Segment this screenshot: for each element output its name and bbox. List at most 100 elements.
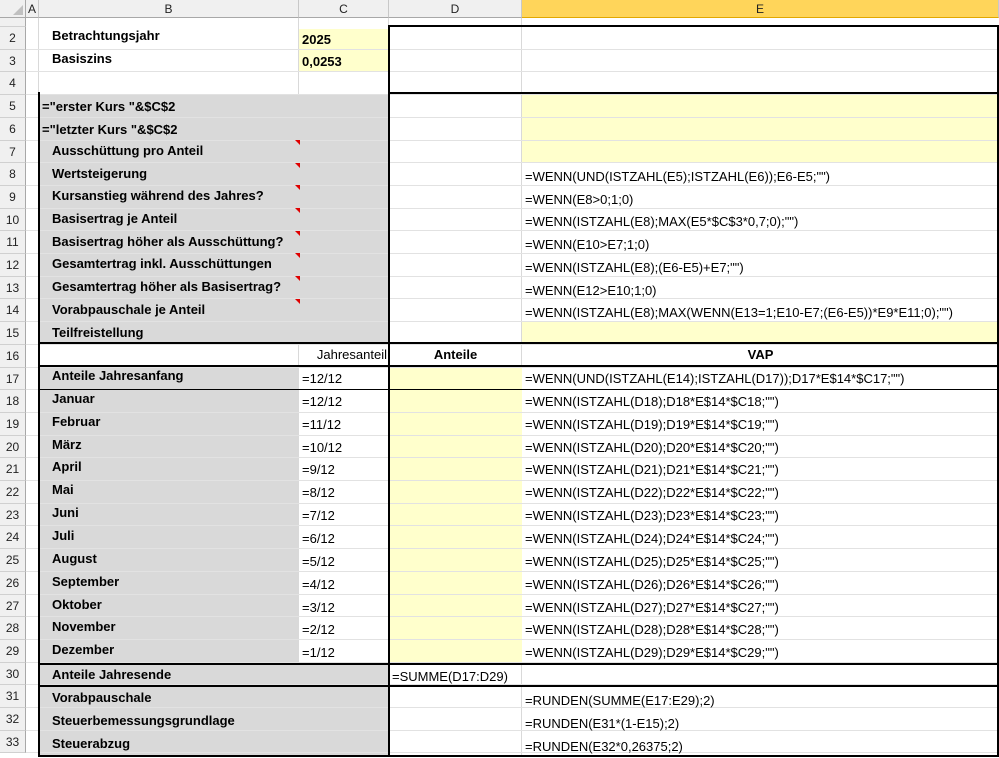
month-vap-formula[interactable]: =WENN(ISTZAHL(D22);D22*E$14*$C22;"") [525,482,779,504]
formula-e8[interactable]: =WENN(UND(ISTZAHL(E5);ISTZAHL(E6));E6-E5… [525,166,830,188]
month-label: Mai [52,482,74,497]
comment-indicator[interactable] [295,276,300,281]
row-header-32[interactable]: 32 [0,708,26,731]
month-vap-formula[interactable]: =WENN(ISTZAHL(D28);D28*E$14*$C28;"") [525,619,779,641]
row-header-23[interactable]: 23 [0,504,26,526]
formula-e14[interactable]: =WENN(ISTZAHL(E8);MAX(WENN(E13=1;E10-E7;… [525,302,953,324]
row-header-8[interactable]: 8 [0,163,26,186]
column-header-a[interactable]: A [26,0,39,18]
row-header-27[interactable]: 27 [0,595,26,617]
formula-e13[interactable]: =WENN(E12>E10;1;0) [525,280,657,302]
row-header-18[interactable]: 18 [0,390,26,413]
month-share[interactable]: =8/12 [302,482,335,504]
month-vap-formula[interactable]: =WENN(ISTZAHL(D23);D23*E$14*$C23;"") [525,505,779,527]
row-header-22[interactable]: 22 [0,481,26,504]
select-all-corner[interactable] [0,0,26,18]
row-header-14[interactable]: 14 [0,299,26,322]
value-betrachtungsjahr[interactable]: 2025 [302,29,331,51]
label-wertsteigerung: Wertsteigerung [52,166,148,181]
row-header-19[interactable]: 19 [0,413,26,436]
formula-e12[interactable]: =WENN(ISTZAHL(E8);(E6-E5)+E7;"") [525,257,744,279]
label-betrachtungsjahr: Betrachtungsjahr [52,28,160,43]
month-vap-formula[interactable]: =WENN(ISTZAHL(D24);D24*E$14*$C24;"") [525,528,779,550]
column-header-c[interactable]: C [299,0,389,18]
row-header-16[interactable]: 16 [0,345,26,368]
month-vap-formula[interactable]: =WENN(ISTZAHL(D20);D20*E$14*$C20;"") [525,437,779,459]
gridline [26,594,999,595]
row-header-33[interactable]: 33 [0,731,26,753]
value-basiszins[interactable]: 0,0253 [302,51,342,73]
column-header-b[interactable]: B [39,0,299,18]
month-label: August [52,551,97,566]
month-vap-formula[interactable]: =WENN(ISTZAHL(D27);D27*E$14*$C27;"") [525,597,779,619]
row-header-5[interactable]: 5 [0,95,26,118]
gridline [26,752,999,753]
comment-indicator[interactable] [295,185,300,190]
month-share[interactable]: =10/12 [302,437,342,459]
column-header-e[interactable]: E [522,0,999,18]
month-share[interactable]: =7/12 [302,505,335,527]
month-share[interactable]: =9/12 [302,459,335,481]
row-header-2[interactable]: 2 [0,27,26,50]
row-header-13[interactable]: 13 [0,277,26,299]
input-cells-e5-e7[interactable] [522,94,999,162]
formula-d30[interactable]: =SUMME(D17:D29) [392,666,508,688]
row-header-1[interactable] [0,18,26,27]
row-header-4[interactable]: 4 [0,72,26,95]
month-share[interactable]: =5/12 [302,551,335,573]
month-share[interactable]: =11/12 [302,414,341,436]
formula-e31[interactable]: =RUNDEN(SUMME(E17:E29);2) [525,690,715,712]
comment-indicator[interactable] [295,163,300,168]
month-share[interactable]: =2/12 [302,619,335,641]
label-basisertrag-hoeher: Basisertrag höher als Ausschüttung? [52,234,284,249]
row-header-31[interactable]: 31 [0,685,26,708]
label-kursanstieg: Kursanstieg während des Jahres? [52,188,264,203]
comment-indicator[interactable] [295,299,300,304]
row-header-17[interactable]: 17 [0,368,26,390]
formula-e11[interactable]: =WENN(E10>E7;1;0) [525,234,649,256]
row-header-15[interactable]: 15 [0,322,26,345]
row-header-11[interactable]: 11 [0,231,26,254]
month-vap-formula[interactable]: =WENN(UND(ISTZAHL(E14);ISTZAHL(D17));D17… [525,368,904,390]
month-vap-formula[interactable]: =WENN(ISTZAHL(D26);D26*E$14*$C26;"") [525,574,779,596]
row-header-24[interactable]: 24 [0,526,26,549]
month-label: Juli [52,528,75,543]
row-header-12[interactable]: 12 [0,254,26,277]
month-vap-formula[interactable]: =WENN(ISTZAHL(D18);D18*E$14*$C18;"") [525,391,779,413]
row-header-9[interactable]: 9 [0,186,26,209]
row-header-10[interactable]: 10 [0,209,26,231]
row-header-21[interactable]: 21 [0,458,26,481]
formula-e33[interactable]: =RUNDEN(E32*0,26375;2) [525,736,683,758]
month-share[interactable]: =12/12 [302,368,342,390]
input-cell-e15[interactable] [522,321,999,343]
row-header-20[interactable]: 20 [0,436,26,458]
comment-indicator[interactable] [295,253,300,258]
row-header-3[interactable]: 3 [0,50,26,72]
row-header-7[interactable]: 7 [0,141,26,163]
row-header-6[interactable]: 6 [0,118,26,141]
month-share[interactable]: =4/12 [302,574,335,596]
row-header-28[interactable]: 28 [0,617,26,640]
month-vap-formula[interactable]: =WENN(ISTZAHL(D21);D21*E$14*$C21;"") [525,459,779,481]
comment-indicator[interactable] [295,140,300,145]
row-header-30[interactable]: 30 [0,663,26,685]
month-share[interactable]: =12/12 [302,391,342,413]
month-vap-formula[interactable]: =WENN(ISTZAHL(D19);D19*E$14*$C19;"") [525,414,779,436]
formula-e32[interactable]: =RUNDEN(E31*(1-E15);2) [525,713,679,735]
column-header-d[interactable]: D [389,0,522,18]
comment-indicator[interactable] [295,231,300,236]
formula-e9[interactable]: =WENN(E8>0;1;0) [525,189,633,211]
month-share[interactable]: =1/12 [302,642,335,664]
month-vap-formula[interactable]: =WENN(ISTZAHL(D29);D29*E$14*$C29;"") [525,642,779,664]
comment-indicator[interactable] [295,208,300,213]
month-label: März [52,437,82,452]
formula-e10[interactable]: =WENN(ISTZAHL(E8);MAX(E5*$C$3*0,7;0);"") [525,211,798,233]
month-vap-formula[interactable]: =WENN(ISTZAHL(D25);D25*E$14*$C25;"") [525,551,779,573]
row-header-25[interactable]: 25 [0,549,26,572]
header-anteile: Anteile [433,347,478,362]
month-share[interactable]: =3/12 [302,597,335,619]
gridline [26,525,999,526]
row-header-26[interactable]: 26 [0,572,26,595]
row-header-29[interactable]: 29 [0,640,26,663]
month-share[interactable]: =6/12 [302,528,335,550]
